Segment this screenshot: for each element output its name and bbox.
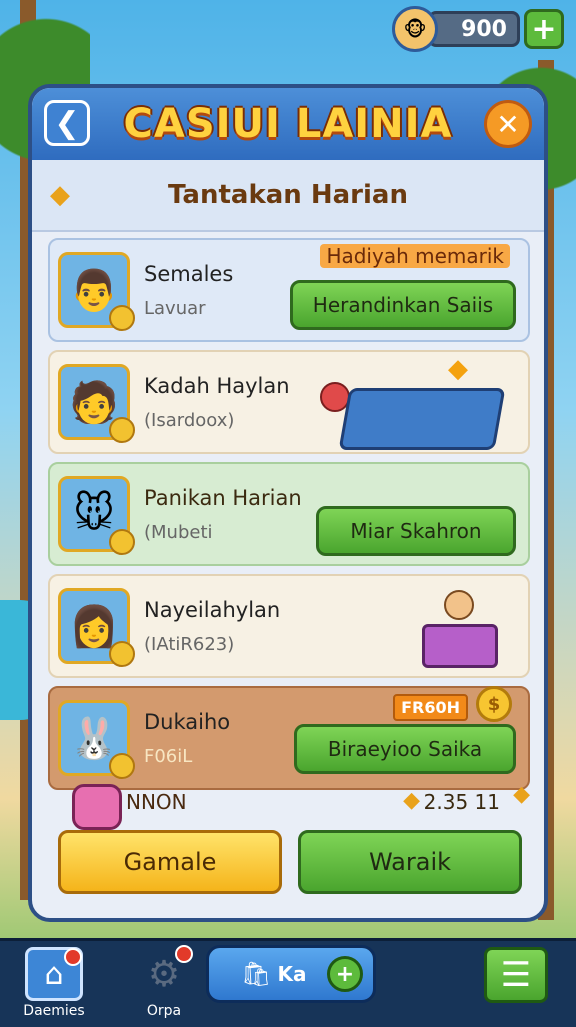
avatar-face-icon: 🧑 bbox=[69, 379, 119, 426]
coin-icon: $ bbox=[476, 686, 512, 722]
gem-icon: ◆ bbox=[513, 782, 530, 807]
avatar: 👨 bbox=[58, 252, 135, 331]
task-row: 👩 Nayeilahylan (IAtiR623) bbox=[48, 574, 530, 678]
panel-footer: NNON ◆ 2.35 11 ◆ bbox=[48, 778, 530, 830]
secondary-button[interactable]: Waraik bbox=[298, 830, 522, 894]
gem-icon: ◆ bbox=[50, 180, 70, 210]
coin-icon: ◆ bbox=[403, 788, 420, 813]
task-sub: (Isardoox) bbox=[144, 410, 235, 431]
avatar-face-icon: 🐰 bbox=[69, 715, 119, 762]
task-name: Panikan Harian bbox=[144, 486, 302, 510]
home-icon: ⌂ bbox=[25, 947, 83, 1001]
add-currency-button[interactable]: + bbox=[524, 9, 564, 49]
nav-settings[interactable]: ⚙ Orpa bbox=[134, 945, 194, 1019]
coin-badge-icon bbox=[109, 305, 135, 331]
task-row: 🐰 Dukaiho F06iL FR60H $ Biraeyioo Saika bbox=[48, 686, 530, 790]
claim-button[interactable]: Biraeyioo Saika bbox=[294, 724, 516, 774]
character-head-icon bbox=[444, 590, 474, 620]
panel-header: ❮ CASIUI LAINIA ✕ bbox=[32, 88, 544, 160]
shop-bag-icon: 🛍 bbox=[241, 960, 272, 988]
footer-name: NNON bbox=[126, 790, 187, 814]
avatar-face-icon: 👨 bbox=[69, 267, 119, 314]
currency-amount: 900 bbox=[428, 11, 520, 47]
currency-bar: 🐵 900 + bbox=[392, 6, 564, 52]
claim-button[interactable]: Herandinkan Saiis bbox=[290, 280, 516, 330]
task-name: Nayeilahylan bbox=[144, 598, 281, 622]
subheader: ◆ Tantakan Harian bbox=[32, 160, 544, 232]
gift-box-icon bbox=[422, 624, 498, 668]
avatar: 🧑 bbox=[58, 364, 135, 443]
task-name: Dukaiho bbox=[144, 710, 231, 734]
task-sub: (IAtiR623) bbox=[144, 634, 235, 655]
nav-home-label: Daemies bbox=[23, 1003, 85, 1019]
gear-icon: ⚙ bbox=[137, 945, 193, 1001]
daily-panel: ❮ CASIUI LAINIA ✕ ◆ Tantakan Harian 👨 Se… bbox=[28, 84, 548, 922]
notification-dot bbox=[64, 948, 82, 966]
task-sub: (Mubeti bbox=[144, 522, 213, 543]
task-sub: Lavuar bbox=[144, 298, 206, 319]
avatar: 👩 bbox=[58, 588, 135, 667]
coin-badge-icon bbox=[109, 417, 135, 443]
task-name: Semales bbox=[144, 262, 234, 286]
notification-dot bbox=[175, 945, 193, 963]
bottom-nav: ⌂ Daemies ⚙ Orpa 🛍 Ka + ☰ bbox=[0, 938, 576, 1027]
coin-badge-icon bbox=[109, 529, 135, 555]
reward-label: Hadiyah memarik bbox=[320, 244, 510, 268]
avatar: 🐰 bbox=[58, 700, 135, 779]
machine-body bbox=[338, 388, 506, 450]
character-avatar-icon[interactable]: 🐵 bbox=[392, 6, 438, 52]
task-list: 👨 Semales Lavuar Hadiyah memarik Herandi… bbox=[48, 238, 530, 798]
reward-machine-illustration: ◆ bbox=[314, 354, 514, 474]
panel-title: CASIUI LAINIA bbox=[123, 101, 453, 147]
footer-coin-count: 2.35 11 bbox=[423, 790, 500, 814]
task-row: 🧑 Kadah Haylan (Isardoox) ◆ bbox=[48, 350, 530, 454]
nav-center-button[interactable]: 🛍 Ka + bbox=[206, 945, 376, 1003]
nav-home[interactable]: ⌂ Daemies bbox=[23, 947, 85, 1019]
gift-box-illustration bbox=[422, 586, 498, 668]
coin-badge-icon bbox=[109, 641, 135, 667]
nav-center-label: Ka bbox=[277, 962, 307, 986]
subtitle: Tantakan Harian bbox=[168, 180, 408, 210]
add-icon[interactable]: + bbox=[327, 956, 363, 992]
menu-button[interactable]: ☰ bbox=[484, 947, 548, 1003]
avatar: 🐭 bbox=[58, 476, 135, 555]
coin-badge-icon bbox=[109, 753, 135, 779]
back-button[interactable]: ❮ bbox=[44, 100, 90, 146]
task-row: 👨 Semales Lavuar Hadiyah memarik Herandi… bbox=[48, 238, 530, 342]
task-name: Kadah Haylan bbox=[144, 374, 290, 398]
claim-button[interactable]: Miar Skahron bbox=[316, 506, 516, 556]
primary-button[interactable]: Gamale bbox=[58, 830, 282, 894]
avatar-face-icon: 🐭 bbox=[73, 491, 115, 537]
task-sub: F06iL bbox=[144, 746, 193, 767]
avatar-face-icon: 👩 bbox=[69, 603, 119, 650]
reward-tag: FR60H bbox=[393, 694, 468, 721]
gem-icon: ◆ bbox=[448, 354, 468, 384]
task-row: 🐭 Panikan Harian (Mubeti Miar Skahron bbox=[48, 462, 530, 566]
close-button[interactable]: ✕ bbox=[484, 100, 532, 148]
mascot-icon bbox=[72, 784, 122, 830]
nav-settings-label: Orpa bbox=[146, 1003, 182, 1019]
